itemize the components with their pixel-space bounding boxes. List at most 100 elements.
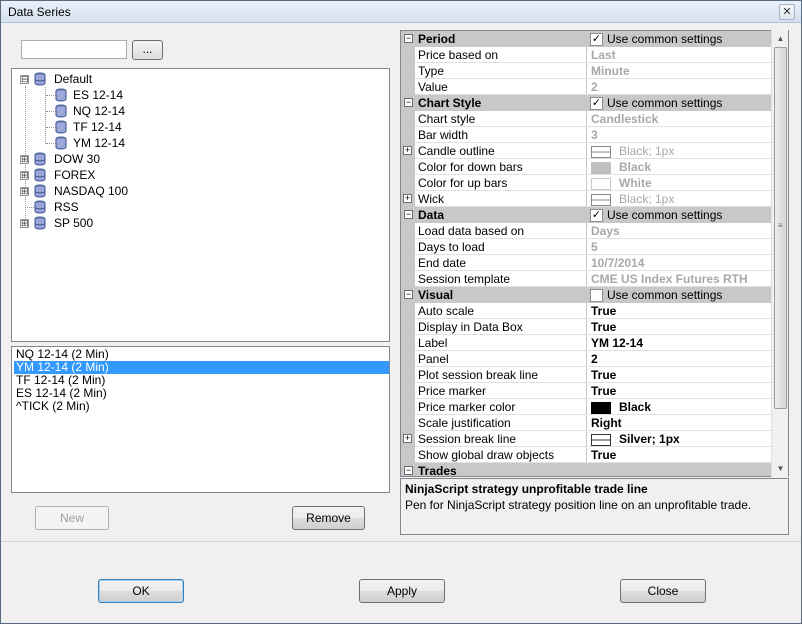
checkbox-icon[interactable]: ✓: [590, 209, 603, 222]
prop-row[interactable]: Color for down bars Black: [401, 159, 772, 175]
checkbox-icon[interactable]: ✓: [590, 33, 603, 46]
expand-icon[interactable]: ⊞: [20, 155, 29, 164]
prop-row[interactable]: Session template CME US Index Futures RTH: [401, 271, 772, 287]
list-item[interactable]: ^TICK (2 Min): [14, 400, 389, 413]
expand-icon[interactable]: ⊞: [20, 187, 29, 196]
prop-row[interactable]: Price based on Last: [401, 47, 772, 63]
database-icon: [55, 120, 67, 134]
new-button[interactable]: New: [35, 506, 109, 530]
browse-button[interactable]: ...: [132, 40, 163, 60]
tree-node-sp500[interactable]: ⊞ SP 500: [12, 215, 212, 231]
category-label: Visual: [418, 288, 454, 302]
common-settings-label: Use common settings: [607, 288, 723, 302]
row-gutter: [401, 47, 415, 63]
row-gutter: [401, 335, 415, 351]
value-text: Silver; 1px: [619, 432, 680, 446]
prop-row[interactable]: Color for up bars White: [401, 175, 772, 191]
prop-row[interactable]: Price marker color Black: [401, 399, 772, 415]
collapse-icon[interactable]: −: [404, 290, 413, 299]
expand-icon[interactable]: +: [403, 194, 412, 203]
prop-row[interactable]: Days to load 5: [401, 239, 772, 255]
category-trades[interactable]: − Trades: [401, 463, 772, 476]
prop-row[interactable]: Bar width 3: [401, 127, 772, 143]
prop-value: White: [588, 175, 772, 191]
category-data[interactable]: − Data ✓ Use common settings: [401, 207, 772, 223]
instrument-tree[interactable]: ⊟ Default ES 12-14 NQ 12-14 TF 12-14 YM …: [11, 68, 390, 342]
scroll-thumb[interactable]: ≡: [774, 47, 787, 409]
row-gutter: [401, 399, 415, 415]
tree-node-nasdaq100[interactable]: ⊞ NASDAQ 100: [12, 183, 212, 199]
close-window-button[interactable]: ✕: [779, 4, 795, 20]
prop-value: YM 12-14: [588, 335, 772, 351]
apply-button[interactable]: Apply: [359, 579, 445, 603]
tree-node-nq[interactable]: NQ 12-14: [12, 103, 212, 119]
prop-row[interactable]: Load data based on Days: [401, 223, 772, 239]
divider: [1, 541, 801, 542]
common-settings-label: Use common settings: [607, 208, 723, 222]
tree-node-forex[interactable]: ⊞ FOREX: [12, 167, 212, 183]
row-gutter: [401, 111, 415, 127]
value-text: White: [619, 176, 652, 190]
category-period[interactable]: − Period ✓ Use common settings: [401, 31, 772, 47]
tree-label: Default: [54, 72, 93, 86]
tree-node-tf[interactable]: TF 12-14: [12, 119, 212, 135]
prop-row[interactable]: + Session break line Silver; 1px: [401, 431, 772, 447]
scroll-down-arrow-icon[interactable]: ▼: [772, 460, 789, 477]
collapse-icon[interactable]: −: [404, 34, 413, 43]
property-grid[interactable]: − Period ✓ Use common settings Price bas…: [400, 30, 789, 477]
pen-icon: [591, 433, 611, 446]
checkbox-icon[interactable]: ✓: [590, 97, 603, 110]
collapse-icon[interactable]: −: [404, 210, 413, 219]
prop-row[interactable]: Display in Data Box True: [401, 319, 772, 335]
database-icon: [55, 88, 67, 102]
prop-row[interactable]: End date 10/7/2014: [401, 255, 772, 271]
expand-icon[interactable]: +: [403, 146, 412, 155]
tree-node-es[interactable]: ES 12-14: [12, 87, 212, 103]
tree-node-rss[interactable]: RSS: [12, 199, 212, 215]
prop-row[interactable]: + Wick Black; 1px: [401, 191, 772, 207]
prop-row[interactable]: Type Minute: [401, 63, 772, 79]
expand-icon[interactable]: ⊞: [20, 219, 29, 228]
instrument-search-input[interactable]: [21, 40, 127, 59]
prop-row[interactable]: Value 2: [401, 79, 772, 95]
scroll-up-arrow-icon[interactable]: ▲: [772, 30, 789, 47]
tree-label: NQ 12-14: [73, 104, 126, 118]
prop-row[interactable]: Chart style Candlestick: [401, 111, 772, 127]
prop-row[interactable]: Auto scale True: [401, 303, 772, 319]
prop-row[interactable]: Price marker True: [401, 383, 772, 399]
tree-label: NASDAQ 100: [54, 184, 129, 198]
category-chart-style[interactable]: − Chart Style ✓ Use common settings: [401, 95, 772, 111]
prop-row[interactable]: Panel 2: [401, 351, 772, 367]
prop-row[interactable]: Scale justification Right: [401, 415, 772, 431]
prop-row[interactable]: Label YM 12-14: [401, 335, 772, 351]
row-gutter: [401, 255, 415, 271]
checkbox-unchecked[interactable]: [590, 289, 603, 302]
collapse-icon[interactable]: ⊟: [20, 75, 29, 84]
collapse-icon[interactable]: −: [404, 466, 413, 475]
row-gutter: [401, 367, 415, 383]
prop-name: Price marker color: [415, 399, 587, 415]
prop-name: Display in Data Box: [415, 319, 587, 335]
tree-node-dow30[interactable]: ⊞ DOW 30: [12, 151, 212, 167]
property-grid-scrollbar[interactable]: ▲ ≡ ▼: [771, 30, 788, 477]
row-gutter: [401, 271, 415, 287]
expand-icon[interactable]: +: [403, 434, 412, 443]
tree-node-default[interactable]: ⊟ Default: [12, 71, 212, 87]
prop-name: Type: [415, 63, 587, 79]
data-series-list[interactable]: NQ 12-14 (2 Min) YM 12-14 (2 Min) TF 12-…: [11, 346, 390, 493]
row-gutter: [401, 319, 415, 335]
prop-row[interactable]: Plot session break line True: [401, 367, 772, 383]
tree-node-ym[interactable]: YM 12-14: [12, 135, 212, 151]
ok-button[interactable]: OK: [98, 579, 184, 603]
category-visual[interactable]: − Visual Use common settings: [401, 287, 772, 303]
prop-row[interactable]: + Candle outline Black; 1px: [401, 143, 772, 159]
row-gutter: [401, 239, 415, 255]
prop-name: End date: [415, 255, 587, 271]
collapse-icon[interactable]: −: [404, 98, 413, 107]
close-button[interactable]: Close: [620, 579, 706, 603]
row-gutter: [401, 447, 415, 463]
description-panel: NinjaScript strategy unprofitable trade …: [400, 478, 789, 535]
prop-row[interactable]: Show global draw objects True: [401, 447, 772, 463]
expand-icon[interactable]: ⊞: [20, 171, 29, 180]
remove-button[interactable]: Remove: [292, 506, 365, 530]
